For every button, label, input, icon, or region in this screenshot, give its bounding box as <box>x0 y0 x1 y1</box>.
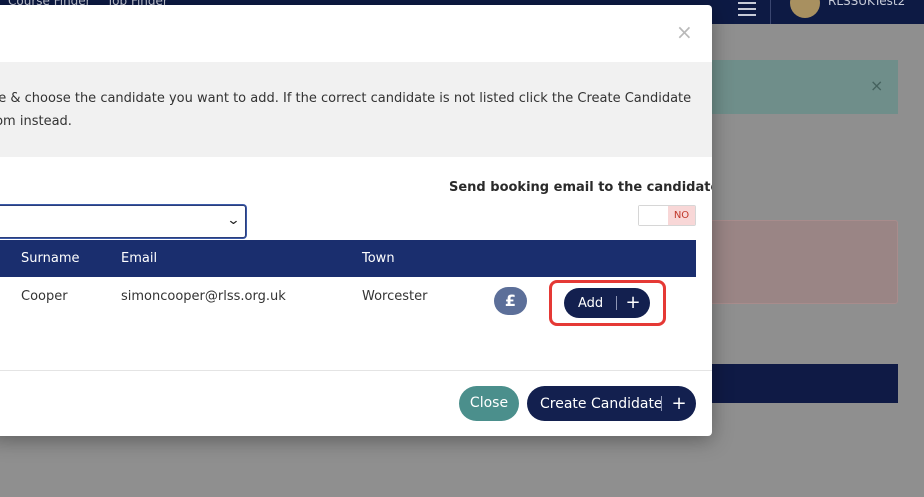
toggle-knob <box>639 206 668 225</box>
plus-icon: + <box>671 392 687 414</box>
hamburger-menu-icon[interactable] <box>738 2 756 16</box>
candidate-select[interactable]: ⌄ <box>0 205 246 238</box>
background-navy-bar <box>700 364 898 403</box>
table-header: Surname Email Town <box>0 240 696 277</box>
navbar-divider <box>770 0 771 24</box>
send-email-toggle[interactable]: NO <box>638 205 696 226</box>
send-email-label: Send booking email to the candidate? <box>449 180 712 195</box>
add-button-label: Add <box>578 295 604 311</box>
footer-divider <box>0 370 712 371</box>
chevron-down-icon: ⌄ <box>226 213 241 228</box>
column-header-surname: Surname <box>21 251 80 266</box>
add-candidate-button[interactable]: Add + <box>564 288 650 318</box>
username[interactable]: RLSSUKTest2 <box>828 0 905 8</box>
alert-close-icon[interactable]: × <box>870 76 883 95</box>
table-row: Cooper simoncooper@rlss.org.uk Worcester… <box>0 277 696 333</box>
instructions-line-1: pe & choose the candidate you want to ad… <box>0 91 692 106</box>
close-button[interactable]: Close <box>459 386 519 421</box>
pound-icon[interactable]: £ <box>494 287 527 315</box>
instructions-line-2: tom instead. <box>0 114 72 129</box>
column-header-email: Email <box>121 251 158 266</box>
add-candidate-modal: × pe & choose the candidate you want to … <box>0 5 712 436</box>
background-alert-info <box>700 60 898 114</box>
modal-close-icon[interactable]: × <box>676 22 693 42</box>
column-header-town: Town <box>362 251 395 266</box>
avatar[interactable] <box>790 0 820 18</box>
background-alert-error <box>700 220 898 304</box>
plus-icon: + <box>625 292 641 313</box>
create-candidate-label: Create Candidate <box>540 395 663 412</box>
toggle-no-label: NO <box>668 206 695 225</box>
create-candidate-button[interactable]: Create Candidate + <box>527 386 696 421</box>
cell-town: Worcester <box>362 289 428 304</box>
instructions-panel: pe & choose the candidate you want to ad… <box>0 62 712 157</box>
cell-email: simoncooper@rlss.org.uk <box>121 289 286 304</box>
cell-surname: Cooper <box>21 289 68 304</box>
